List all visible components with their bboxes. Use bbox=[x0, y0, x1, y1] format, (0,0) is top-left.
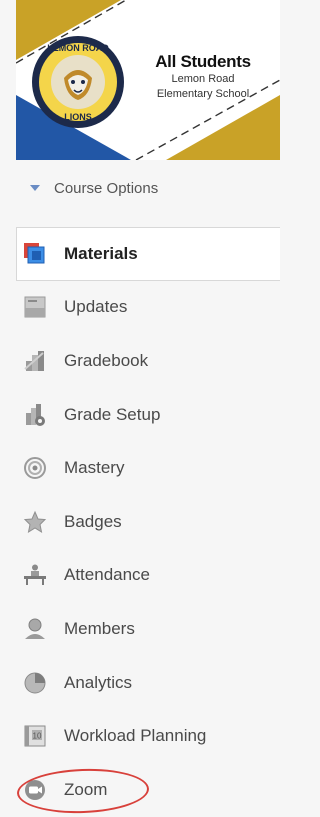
nav-item-label: Materials bbox=[64, 243, 138, 263]
gradebook-icon bbox=[22, 348, 48, 374]
nav-item-label: Mastery bbox=[64, 458, 125, 478]
logo-bottom-text: LIONS bbox=[64, 112, 92, 122]
highlight-circle bbox=[16, 766, 150, 816]
nav-item-label: Badges bbox=[64, 511, 122, 531]
nav-item-gradebook[interactable]: Gradebook bbox=[0, 334, 280, 388]
course-title: All Students bbox=[155, 52, 251, 71]
nav-item-label: Gradebook bbox=[64, 350, 149, 370]
mastery-icon bbox=[22, 455, 48, 481]
nav-item-analytics[interactable]: Analytics bbox=[0, 656, 280, 710]
nav-item-label: Attendance bbox=[64, 565, 151, 585]
nav-item-mastery[interactable]: Mastery bbox=[0, 441, 280, 495]
analytics-icon bbox=[22, 670, 48, 696]
nav-item-label: Updates bbox=[64, 297, 128, 317]
nav-item-materials[interactable]: Materials bbox=[16, 227, 280, 281]
course-nav: Materials Updates Gradebook Grade Setup … bbox=[0, 227, 280, 817]
logo-top-text: LEMON ROAD bbox=[47, 43, 109, 53]
banner-text: All Students Lemon Road Elementary Schoo… bbox=[128, 52, 278, 102]
nav-item-badges[interactable]: Badges bbox=[0, 495, 280, 549]
course-banner[interactable]: LEMON ROAD LIONS All Students Lemon Road… bbox=[16, 0, 280, 160]
svg-text:10: 10 bbox=[33, 732, 42, 741]
updates-icon bbox=[22, 294, 48, 320]
badges-icon bbox=[22, 509, 48, 535]
members-icon bbox=[22, 616, 48, 642]
school-name-line2: Elementary School bbox=[156, 88, 250, 100]
nav-item-label: Analytics bbox=[64, 672, 133, 692]
grade-setup-icon bbox=[22, 402, 48, 428]
materials-icon bbox=[22, 241, 48, 267]
nav-item-label: Grade Setup bbox=[64, 404, 161, 424]
school-name-line1: Lemon Road bbox=[171, 73, 235, 85]
course-options-toggle[interactable]: Course Options bbox=[30, 176, 158, 200]
attendance-icon bbox=[22, 562, 48, 588]
nav-item-grade-setup[interactable]: Grade Setup bbox=[0, 388, 280, 442]
workload-planning-icon: 10 bbox=[22, 723, 48, 749]
nav-item-label: Workload Planning bbox=[64, 726, 207, 746]
nav-item-members[interactable]: Members bbox=[0, 602, 280, 656]
nav-item-attendance[interactable]: Attendance bbox=[0, 549, 280, 603]
nav-item-label: Members bbox=[64, 618, 135, 638]
nav-item-updates[interactable]: Updates bbox=[0, 281, 280, 335]
nav-item-zoom[interactable]: Zoom bbox=[0, 763, 280, 817]
nav-item-workload-planning[interactable]: 10 Workload Planning bbox=[0, 709, 280, 763]
course-sidebar: LEMON ROAD LIONS All Students Lemon Road… bbox=[0, 0, 280, 816]
caret-down-icon bbox=[30, 185, 40, 191]
lions-logo-icon: LEMON ROAD LIONS bbox=[32, 36, 124, 128]
course-options-label: Course Options bbox=[54, 179, 159, 197]
